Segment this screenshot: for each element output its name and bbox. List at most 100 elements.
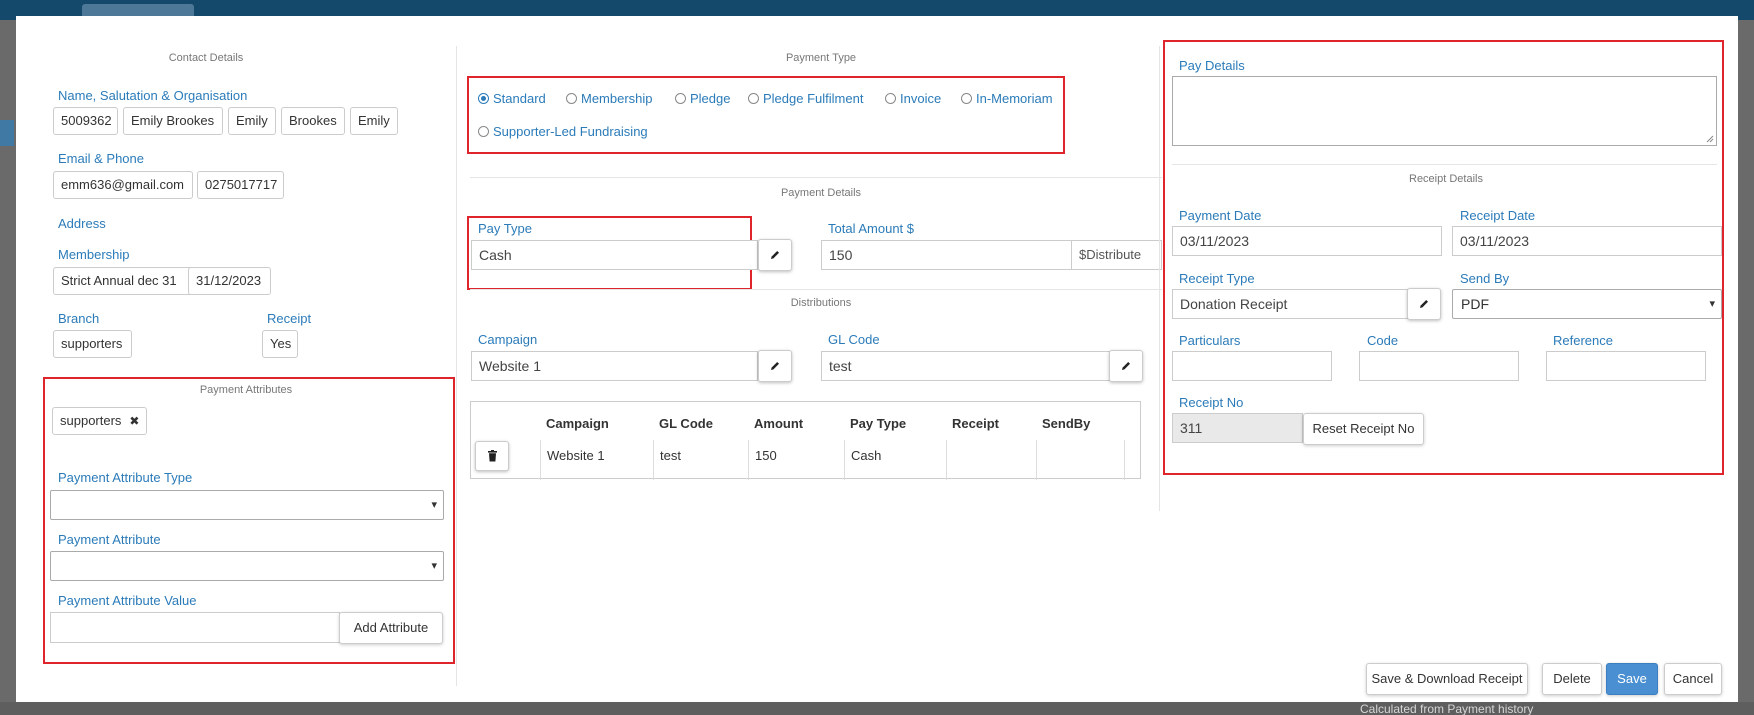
remove-tag-icon[interactable]: ✖ (129, 414, 139, 428)
attribute-type-select[interactable]: ▾ (50, 490, 444, 520)
cell-sendby (1036, 440, 1125, 480)
radio-dot (566, 93, 577, 104)
payment-type-highlight (467, 76, 1065, 154)
pay-details-textarea[interactable] (1172, 76, 1717, 146)
column-divider (1159, 46, 1160, 511)
radio-label: Pledge (690, 91, 731, 106)
address-label: Address (58, 216, 106, 231)
payment-date-label: Payment Date (1179, 208, 1262, 223)
send-by-select[interactable]: PDF ▾ (1452, 289, 1722, 319)
membership-type: Strict Annual dec 31 (53, 267, 199, 295)
particulars-label: Particulars (1179, 333, 1241, 348)
column-divider (456, 46, 457, 686)
contact-email: emm636@gmail.com (53, 171, 193, 199)
save-button[interactable]: Save (1606, 663, 1658, 695)
payment-date-input[interactable]: 03/11/2023 (1172, 226, 1442, 256)
contact-full-name: Emily Brookes (123, 107, 223, 135)
code-input[interactable] (1359, 351, 1519, 381)
contact-phone: 0275017717 (197, 171, 284, 199)
pencil-icon (771, 362, 779, 370)
distributions-title: Distributions (790, 297, 852, 309)
edit-receipt-type-button[interactable] (1407, 288, 1441, 320)
edit-gl-code-button[interactable] (1109, 350, 1143, 382)
reference-label: Reference (1553, 333, 1613, 348)
total-amount-input[interactable]: 150 (821, 240, 1072, 270)
contact-salutation: Emily (228, 107, 276, 135)
radio-standard[interactable]: Standard (478, 91, 546, 106)
radio-label: Membership (581, 91, 653, 106)
add-attribute-button[interactable]: Add Attribute (339, 612, 443, 644)
section-divider (470, 177, 1162, 178)
distributions-table: Campaign GL Code Amount Pay Type Receipt… (470, 401, 1141, 480)
branch-value: supporters (53, 330, 132, 358)
receipt-type-label: Receipt Type (1179, 271, 1255, 286)
attribute-select[interactable]: ▾ (50, 551, 444, 581)
receipt-label: Receipt (267, 311, 312, 326)
pencil-icon (1122, 362, 1130, 370)
attribute-tag-label: supporters (60, 413, 122, 428)
contact-surname: Brookes (281, 107, 345, 135)
radio-membership[interactable]: Membership (566, 91, 653, 106)
chevron-down-icon: ▾ (431, 560, 437, 572)
radio-label: Supporter-Led Fundraising (493, 124, 648, 139)
contact-organisation: Emily (350, 107, 398, 135)
payment-attributes-title: Payment Attributes (199, 384, 293, 396)
attribute-value-input[interactable] (50, 612, 340, 643)
section-divider (470, 289, 1162, 290)
radio-pledge-fulfilment[interactable]: Pledge Fulfilment (748, 91, 863, 106)
campaign-input[interactable]: Website 1 (471, 351, 758, 381)
resize-handle-icon[interactable] (1706, 135, 1714, 143)
gl-code-input[interactable]: test (821, 351, 1126, 381)
column-header-receipt: Receipt (952, 416, 999, 431)
payment-type-title: Payment Type (785, 52, 857, 64)
cell-campaign: Website 1 (540, 440, 654, 480)
edit-pay-type-button[interactable] (758, 239, 792, 271)
radio-supporter-led-fundraising[interactable]: Supporter-Led Fundraising (478, 124, 648, 139)
pay-type-input[interactable]: Cash (471, 240, 758, 270)
reference-input[interactable] (1546, 351, 1706, 381)
contact-details-title: Contact Details (168, 52, 244, 64)
column-header-amount: Amount (754, 416, 804, 431)
receipt-type-input[interactable]: Donation Receipt (1172, 289, 1408, 319)
delete-row-button[interactable] (475, 441, 509, 471)
attribute-value-label: Payment Attribute Value (58, 593, 197, 608)
cell-receipt (946, 440, 1036, 480)
radio-in-memoriam[interactable]: In-Memoriam (961, 91, 1053, 106)
edit-campaign-button[interactable] (758, 350, 792, 382)
delete-button[interactable]: Delete (1542, 663, 1602, 695)
membership-expiry: 31/12/2023 (188, 267, 271, 295)
contact-id: 5009362 (53, 107, 118, 135)
save-download-receipt-button[interactable]: Save & Download Receipt (1366, 663, 1528, 695)
distribute-button[interactable]: $Distribute (1071, 240, 1162, 270)
trash-icon (487, 450, 497, 462)
background-right-strip (1738, 20, 1754, 715)
cell-gl-code: test (653, 440, 748, 480)
cancel-button[interactable]: Cancel (1664, 663, 1722, 695)
radio-dot (478, 126, 489, 137)
receipt-no-input: 311 (1172, 413, 1303, 443)
receipt-date-label: Receipt Date (1460, 208, 1536, 223)
gl-code-label: GL Code (828, 332, 880, 347)
cell-pay-type: Cash (844, 440, 946, 480)
receipt-flag: Yes (262, 330, 298, 358)
cell-amount: 150 (748, 440, 844, 480)
send-by-label: Send By (1460, 271, 1510, 286)
background-left-marker (0, 120, 14, 146)
radio-invoice[interactable]: Invoice (885, 91, 941, 106)
radio-dot (748, 93, 759, 104)
campaign-label: Campaign (478, 332, 538, 347)
membership-label: Membership (58, 247, 130, 262)
receipt-no-label: Receipt No (1179, 395, 1244, 410)
radio-label: Invoice (900, 91, 942, 106)
name-label: Name, Salutation & Organisation (58, 88, 248, 103)
radio-label: In-Memoriam (976, 91, 1053, 106)
attribute-tag[interactable]: supporters ✖ (52, 407, 148, 435)
chevron-down-icon: ▾ (431, 499, 437, 511)
particulars-input[interactable] (1172, 351, 1332, 381)
radio-pledge[interactable]: Pledge (675, 91, 730, 106)
radio-dot (961, 93, 972, 104)
payment-modal: Contact Details Name, Salutation & Organ… (16, 16, 1738, 702)
receipt-date-input[interactable]: 03/11/2023 (1452, 226, 1722, 256)
reset-receipt-no-button[interactable]: Reset Receipt No (1303, 413, 1424, 445)
total-amount-label: Total Amount $ (828, 221, 914, 236)
